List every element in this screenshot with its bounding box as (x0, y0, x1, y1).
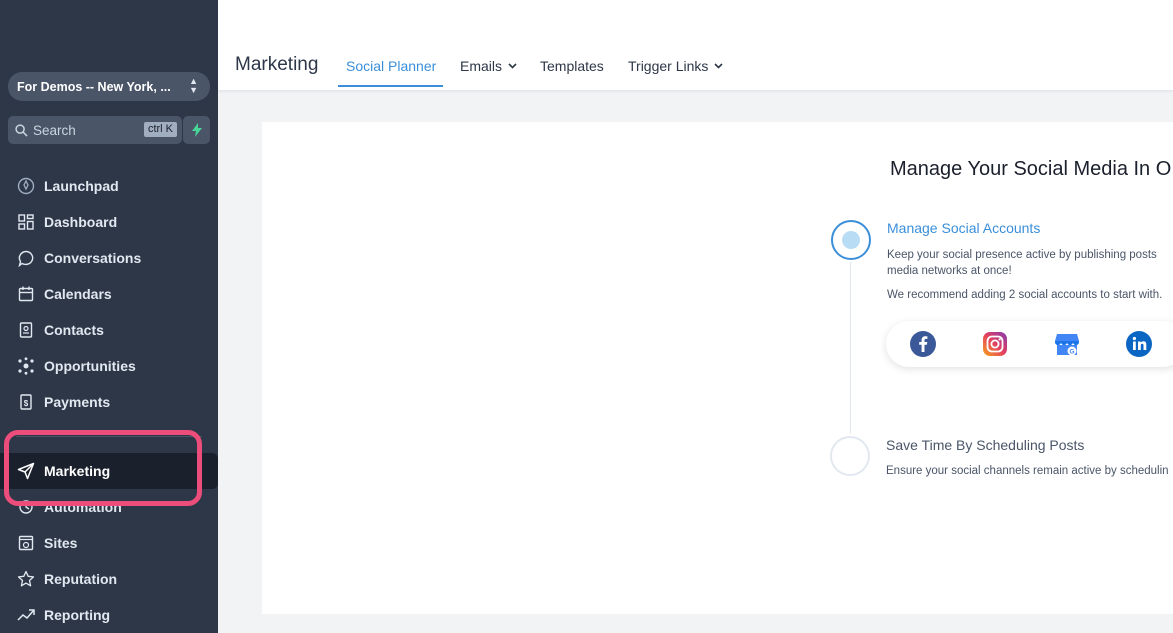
sidebar-item-marketing[interactable]: Marketing (0, 453, 218, 489)
calendar-icon (16, 284, 36, 304)
sidebar-item-label: Automation (44, 499, 122, 515)
location-switcher[interactable]: For Demos -- New York, ... ▲ ▼ (8, 72, 210, 101)
sidebar-item-label: Reputation (44, 571, 118, 587)
sidebar-item-sites[interactable]: Sites (0, 525, 218, 561)
opportunities-icon (16, 356, 36, 376)
step-1-description: Keep your social presence active by publ… (887, 249, 1157, 261)
sites-icon (16, 533, 36, 553)
step-1-recommendation: We recommend adding 2 social accounts to… (887, 289, 1163, 301)
tab-label: Templates (540, 58, 604, 74)
rocket-icon (16, 176, 36, 196)
sidebar-item-reputation[interactable]: Reputation (0, 561, 218, 597)
google-business-icon[interactable]: G (1053, 330, 1081, 358)
sidebar-item-opportunities[interactable]: Opportunities (0, 348, 218, 384)
sidebar-item-label: Reporting (44, 607, 111, 623)
chevron-down-icon (714, 63, 723, 69)
contacts-icon (16, 320, 36, 340)
sidebar-item-label: Opportunities (44, 358, 136, 374)
shortcut-badge: ctrl K (143, 122, 177, 137)
search-input[interactable]: Search ctrl K (8, 116, 182, 144)
send-icon (16, 461, 36, 481)
up-down-chevron-icon: ▲ ▼ (189, 76, 198, 95)
sidebar-divider (16, 436, 202, 437)
sidebar-item-contacts[interactable]: Contacts (0, 312, 218, 348)
linkedin-icon[interactable] (1125, 330, 1153, 358)
card-title: Manage Your Social Media In O (890, 158, 1172, 180)
schedule-posts-step-title: Save Time By Scheduling Posts (886, 437, 1085, 453)
quick-actions-button[interactable] (183, 116, 210, 144)
page-title: Marketing (235, 54, 319, 75)
tab-trigger-links[interactable]: Trigger Links (628, 58, 723, 74)
sidebar-item-reporting[interactable]: Reporting (0, 597, 218, 633)
automation-icon (16, 497, 36, 517)
social-planner-onboarding-card: Manage Your Social Media In O Manage Soc… (262, 122, 1173, 614)
step-2-description: Ensure your social channels remain activ… (886, 465, 1169, 477)
instagram-icon[interactable] (981, 330, 1009, 358)
sidebar-item-launchpad[interactable]: Launchpad (0, 168, 218, 204)
facebook-icon[interactable] (909, 330, 937, 358)
sidebar-item-label: Payments (44, 394, 111, 410)
step-2-indicator (830, 436, 870, 476)
step-connector-line (850, 262, 851, 434)
sidebar-item-calendars[interactable]: Calendars (0, 276, 218, 312)
sidebar-item-label: Dashboard (44, 214, 118, 230)
sidebar-item-conversations[interactable]: Conversations (0, 240, 218, 276)
lightning-icon (191, 123, 202, 137)
chat-icon (16, 248, 36, 268)
sidebar-item-payments[interactable]: $ Payments (0, 384, 218, 420)
star-icon (16, 569, 36, 589)
top-navigation: Marketing Social Planner Emails Template… (218, 0, 1173, 91)
chart-icon (16, 605, 36, 625)
sidebar-item-label: Sites (44, 535, 78, 551)
manage-social-accounts-link[interactable]: Manage Social Accounts (887, 220, 1040, 236)
step-1-description-cont: media networks at once! (887, 265, 1012, 277)
sidebar-item-label: Contacts (44, 322, 104, 338)
tab-label: Trigger Links (628, 58, 709, 74)
svg-text:G: G (1069, 349, 1074, 356)
sidebar-item-label: Marketing (44, 463, 111, 479)
tab-templates[interactable]: Templates (540, 58, 604, 74)
payments-icon: $ (16, 392, 36, 412)
search-placeholder: Search (33, 122, 76, 138)
tab-label: Social Planner (346, 58, 437, 74)
tab-social-planner[interactable]: Social Planner (346, 58, 436, 74)
tab-label: Emails (460, 58, 503, 74)
tab-emails[interactable]: Emails (460, 58, 517, 74)
sidebar: For Demos -- New York, ... ▲ ▼ Search ctr… (0, 0, 218, 633)
svg-text:$: $ (24, 399, 29, 408)
sidebar-item-label: Calendars (44, 286, 112, 302)
search-icon (15, 123, 28, 137)
dashboard-icon (16, 212, 36, 232)
sidebar-item-automation[interactable]: Automation (0, 489, 218, 525)
step-1-indicator (831, 220, 871, 260)
active-tab-indicator (338, 85, 443, 87)
sidebar-item-label: Conversations (44, 250, 142, 266)
sidebar-item-dashboard[interactable]: Dashboard (0, 204, 218, 240)
location-label: For Demos -- New York, ... (17, 79, 171, 94)
sidebar-item-label: Launchpad (44, 178, 119, 194)
social-networks-bar: G (886, 321, 1173, 367)
chevron-down-icon (508, 63, 517, 69)
